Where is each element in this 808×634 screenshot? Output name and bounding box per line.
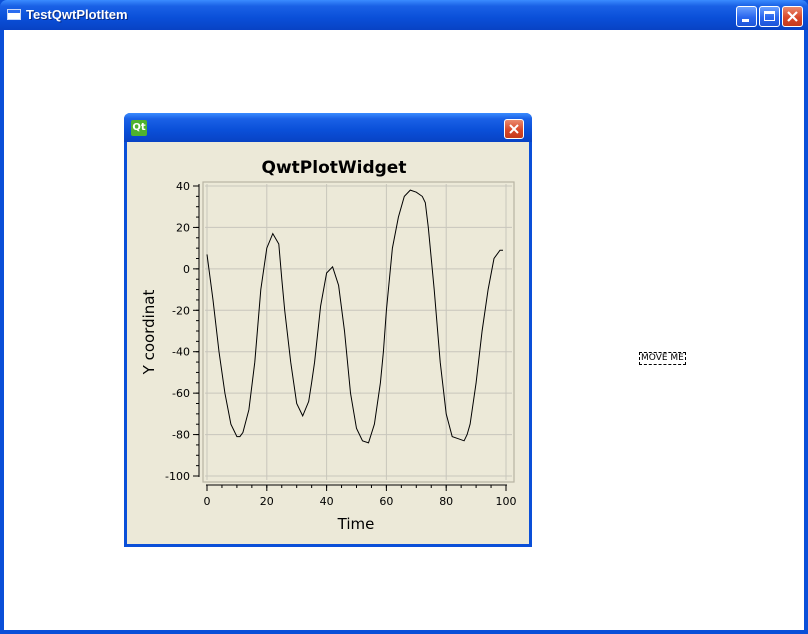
y-tick-label: -20 [172,304,190,317]
y-tick-label: 40 [176,180,190,193]
y-tick-label: -60 [172,387,190,400]
plot-subwindow[interactable]: Qt QwtPlotWidget Time Y coordinat 40 20 0 -… [124,113,532,547]
maximize-icon [764,11,775,21]
y-tick-label: -80 [172,429,190,442]
x-tick-label: 20 [260,495,274,508]
close-icon [509,124,519,134]
close-button[interactable] [782,6,803,27]
x-tick-label: 60 [379,495,393,508]
y-tick-label: -100 [165,470,190,483]
y-tick-label: 20 [176,221,190,234]
y-axis-label: Y coordinat [140,290,158,376]
window-title: TestQwtPlotItem [26,7,128,22]
y-tick-label: 0 [183,263,190,276]
chart-title: QwtPlotWidget [262,158,407,178]
close-icon [787,11,798,22]
qt-logo-icon: Qt [131,120,147,136]
x-tick-label: 80 [439,495,453,508]
y-tick-label: -40 [172,346,190,359]
x-tick-label: 100 [496,495,517,508]
minimize-icon [742,19,749,22]
maximize-button[interactable] [759,6,780,27]
plot-window-title-bar[interactable]: Qt [124,113,532,142]
plot-chart: QwtPlotWidget Time Y coordinat 40 20 0 -20 -… [140,158,517,533]
minimize-button[interactable] [736,6,757,27]
x-axis-label: Time [337,515,375,533]
main-title-bar[interactable]: TestQwtPlotItem [0,0,808,30]
move-me-item[interactable]: MOVE ME [639,352,686,365]
window-app-icon [7,9,21,20]
plot-widget: QwtPlotWidget Time Y coordinat 40 20 0 -20 -… [127,142,529,544]
plot-window-close-button[interactable] [504,119,524,139]
main-window: TestQwtPlotItem Qt QwtPlotWidget Time Y … [0,0,808,634]
x-tick-label: 0 [204,495,211,508]
x-tick-label: 40 [320,495,334,508]
